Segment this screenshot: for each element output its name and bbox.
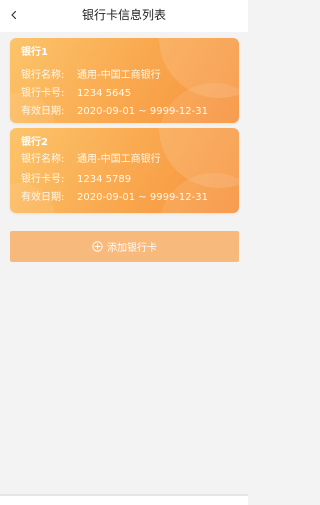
card-number-value: 1234 5789 (77, 174, 132, 185)
plus-circle-icon (92, 241, 103, 252)
card-number-row: 银行卡号: 1234 5645 (21, 88, 131, 100)
bank-name-row: 银行名称: 通用-中国工商银行 (21, 154, 161, 166)
valid-date-row: 有效日期: 2020-09-01 ~ 9999-12-31 (21, 192, 208, 204)
card-title: 银行2 (21, 137, 48, 148)
bank-name-row: 银行名称: 通用-中国工商银行 (21, 70, 161, 82)
add-bank-card-label: 添加银行卡 (107, 243, 157, 254)
bank-card-1[interactable]: 银行1 银行名称: 通用-中国工商银行 银行卡号: 1234 5645 有效日期: 2… (10, 38, 239, 123)
valid-date-label: 有效日期: (21, 192, 65, 203)
card-number-label: 银行卡号: (21, 88, 65, 99)
card-list: 银行1 银行名称: 通用-中国工商银行 银行卡号: 1234 5645 有效日期: 2… (0, 32, 248, 494)
bank-card-2[interactable]: 银行2 银行名称: 通用-中国工商银行 银行卡号: 1234 5789 有效日期: 2… (10, 128, 239, 213)
valid-date-value: 2020-09-01 ~ 9999-12-31 (77, 192, 208, 203)
card-title: 银行1 (21, 47, 48, 58)
bottom-divider (0, 494, 248, 496)
valid-date-value: 2020-09-01 ~ 9999-12-31 (77, 106, 208, 117)
bank-name-value: 通用-中国工商银行 (77, 70, 161, 81)
valid-date-label: 有效日期: (21, 106, 65, 117)
add-bank-card-button[interactable]: 添加银行卡 (10, 231, 239, 262)
page-title: 银行卡信息列表 (81, 8, 166, 22)
card-number-value: 1234 5645 (77, 88, 132, 99)
valid-date-row: 有效日期: 2020-09-01 ~ 9999-12-31 (21, 106, 208, 118)
bank-name-label: 银行名称: (21, 154, 65, 165)
card-number-label: 银行卡号: (21, 174, 65, 185)
card-number-row: 银行卡号: 1234 5789 (21, 174, 131, 186)
bank-name-label: 银行名称: (21, 70, 65, 81)
top-bar: 银行卡信息列表 (0, 0, 248, 32)
bank-name-value: 通用-中国工商银行 (77, 154, 161, 165)
bottom-bar (0, 494, 248, 505)
